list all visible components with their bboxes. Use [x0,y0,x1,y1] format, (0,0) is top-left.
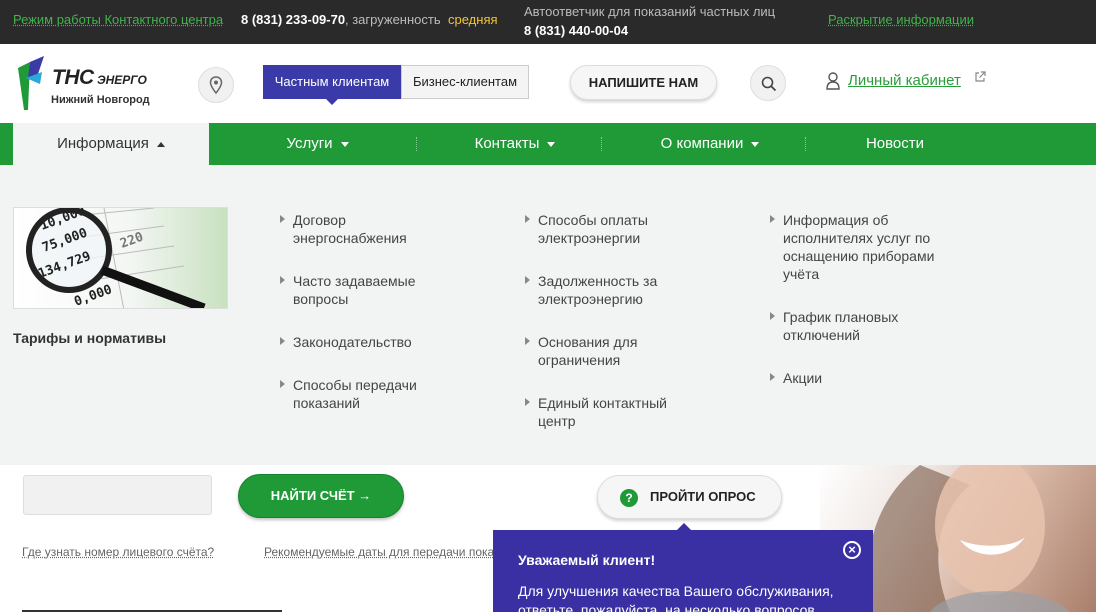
nav-item-about[interactable]: О компании [615,123,805,165]
arrow-right-icon [525,276,530,284]
dropdown-link[interactable]: Единый контактный центр [525,394,693,430]
write-us-button[interactable]: НАПИШИТЕ НАМ [570,65,717,100]
logo-mark-icon [18,56,44,110]
nav-item-services[interactable]: Услуги [230,123,405,165]
find-bill-button[interactable]: НАЙТИ СЧЁТ → [238,474,404,518]
account-number-input[interactable] [23,475,212,515]
dropdown-link[interactable]: Способы оплаты электроэнергии [525,211,688,247]
information-dropdown: 10,000 75,000 134,729 0,000 220 Тарифы и… [0,165,1096,465]
dropdown-link-label: Акции [783,370,823,386]
dropdown-link-label: Способы передачи показаний [293,377,417,411]
nav-item-label: Контакты [474,135,540,152]
dropdown-link[interactable]: Законодательство [280,333,453,351]
dropdown-link-label: Часто задаваемые вопросы [293,273,416,307]
dropdown-link-label: Основания для ограничения [538,334,638,368]
ledger-number: 220 [118,230,145,252]
dropdown-link-label: Способы оплаты электроэнергии [538,212,648,246]
map-pin-icon [209,76,223,94]
tariffs-title[interactable]: Тарифы и нормативы [13,330,166,346]
chevron-down-icon [547,141,556,147]
nav-item-information[interactable]: Информация [13,123,209,165]
contact-center-phone[interactable]: 8 (831) 233-09-70 [241,12,345,27]
header: ТНС ЭНЕРГО Нижний Новгород Частным клиен… [0,44,1096,123]
arrow-right-icon [280,215,285,223]
arrow-right-icon [525,337,530,345]
dropdown-link-label: График плановых отключений [783,309,899,343]
search-button[interactable] [750,65,786,101]
arrow-right-icon [770,312,775,320]
dropdown-link[interactable]: Акции [770,369,903,387]
arrow-right-icon [770,215,775,223]
dropdown-link[interactable]: График плановых отключений [770,308,923,344]
contact-center-hours-link[interactable]: Режим работы Контактного центра [13,12,223,27]
nav-item-news[interactable]: Новости [820,123,970,165]
take-survey-button[interactable]: ? ПРОЙТИ ОПРОС [597,475,782,519]
close-icon[interactable]: × [843,541,861,559]
arrow-right-icon [280,380,285,388]
chevron-up-icon [156,141,165,147]
main-nav: Информация Услуги Контакты О компании Но… [0,123,1096,165]
magnifier-ledger-icon: 10,000 75,000 134,729 0,000 220 [26,208,206,308]
dropdown-link[interactable]: Информация об исполнителях услуг по осна… [770,211,958,283]
autoresponder-phone[interactable]: 8 (831) 440-00-04 [524,23,628,38]
nav-divider [416,137,417,151]
recommended-dates-link[interactable]: Рекомендуемые даты для передачи показани… [264,545,493,559]
dropdown-link[interactable]: Договор энергоснабжения [280,211,443,247]
dropdown-link-label: Законодательство [293,334,412,350]
chevron-down-icon [751,141,760,147]
nav-item-label: Новости [865,135,925,152]
logo-city: Нижний Новгород [51,94,150,106]
nav-item-label: Услуги [286,135,333,152]
logo[interactable]: ТНС ЭНЕРГО Нижний Новгород [16,54,156,112]
dropdown-link[interactable]: Способы передачи показаний [280,376,443,412]
logo-brand-sub: ЭНЕРГО [97,73,147,87]
dropdown-link[interactable]: Основания для ограничения [525,333,668,369]
logo-brand: ТНС [52,66,94,89]
nav-item-label: О компании [660,135,744,152]
load-label: , загруженность [345,12,441,27]
nav-item-contacts[interactable]: Контакты [430,123,600,165]
chevron-down-icon [340,141,349,147]
nav-divider [805,137,806,151]
tariffs-image[interactable]: 10,000 75,000 134,729 0,000 220 [13,207,228,309]
arrow-right-icon [525,398,530,406]
user-icon [826,72,840,90]
popup-title: Уважаемый клиент! [518,552,656,568]
dropdown-link-label: Задолженность за электроэнергию [538,273,658,307]
nav-divider [601,137,602,151]
question-icon: ? [620,489,638,507]
external-link-icon [975,71,986,82]
dropdown-link-label: Информация об исполнителях услуг по осна… [783,212,935,282]
arrow-right-icon [280,276,285,284]
disclosure-link[interactable]: Раскрытие информации [828,12,974,27]
segment-private-clients[interactable]: Частным клиентам [263,65,401,105]
dropdown-link-label: Договор энергоснабжения [293,212,407,246]
map-pin-button[interactable] [198,67,234,103]
search-icon [761,76,777,92]
arrow-right-icon [525,215,530,223]
nav-item-label: Информация [57,135,149,152]
account-number-help-link[interactable]: Где узнать номер лицевого счёта? [22,545,214,559]
autoresponder-label: Автоответчик для показаний частных лиц [524,4,776,19]
dropdown-link[interactable]: Часто задаваемые вопросы [280,272,443,308]
load-value: средняя [448,12,498,27]
personal-cabinet-link[interactable]: Личный кабинет [848,72,961,89]
segment-business-clients[interactable]: Бизнес-клиентам [401,65,529,99]
arrow-right-icon [280,337,285,345]
survey-popup: Уважаемый клиент! Для улучшения качества… [493,530,873,612]
popup-text: Для улучшения качества Вашего обслуживан… [518,583,834,612]
dropdown-link-label: Единый контактный центр [538,395,667,429]
top-bar: Режим работы Контактного центра 8 (831) … [0,0,1096,44]
dropdown-link[interactable]: Задолженность за электроэнергию [525,272,688,308]
survey-button-label: ПРОЙТИ ОПРОС [650,489,756,504]
popup-pointer [677,523,691,530]
arrow-right-icon [770,373,775,381]
